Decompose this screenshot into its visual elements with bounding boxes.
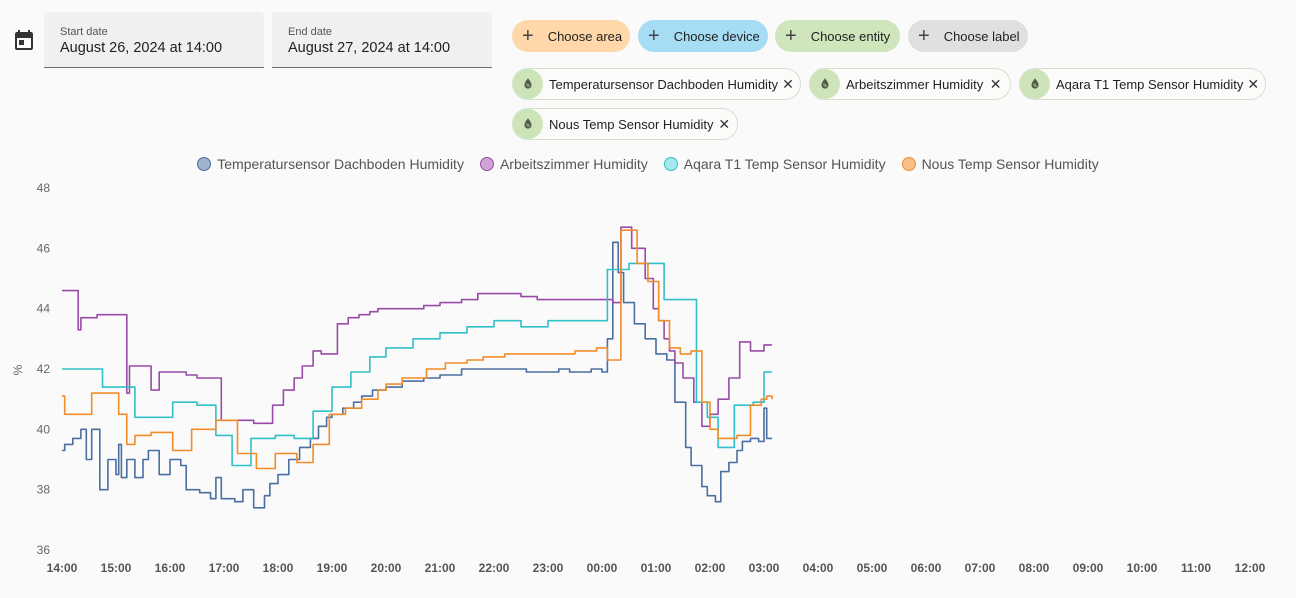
y-tick-label: 44 (37, 302, 51, 316)
x-tick-label: 07:00 (965, 561, 996, 575)
x-tick-label: 18:00 (263, 561, 294, 575)
y-tick-label: 46 (37, 241, 51, 255)
x-tick-label: 21:00 (425, 561, 456, 575)
series-line (62, 241, 773, 509)
x-tick-label: 17:00 (209, 561, 240, 575)
series-line (62, 229, 773, 470)
x-tick-label: 09:00 (1073, 561, 1104, 575)
y-tick-label: 36 (37, 543, 51, 557)
y-axis-label: % (11, 364, 25, 375)
x-tick-label: 20:00 (371, 561, 402, 575)
x-tick-label: 14:00 (47, 561, 78, 575)
x-tick-label: 06:00 (911, 561, 942, 575)
x-tick-label: 10:00 (1127, 561, 1158, 575)
humidity-history-chart[interactable]: 36 38 40 42 44 46 48% 14:00 15:00 16:00 17:00 18:00… (0, 0, 1296, 598)
x-tick-label: 15:00 (101, 561, 132, 575)
x-tick-label: 04:00 (803, 561, 834, 575)
x-tick-label: 23:00 (533, 561, 564, 575)
series-line (62, 262, 773, 467)
x-tick-label: 02:00 (695, 561, 726, 575)
x-tick-label: 22:00 (479, 561, 510, 575)
y-tick-label: 40 (37, 422, 51, 436)
y-tick-label: 48 (37, 181, 51, 195)
x-tick-label: 12:00 (1235, 561, 1266, 575)
x-tick-label: 01:00 (641, 561, 672, 575)
series-line (62, 226, 773, 428)
x-tick-label: 08:00 (1019, 561, 1050, 575)
x-tick-label: 16:00 (155, 561, 186, 575)
y-tick-label: 42 (37, 362, 51, 376)
x-tick-label: 11:00 (1181, 561, 1211, 575)
x-tick-label: 00:00 (587, 561, 618, 575)
y-tick-label: 38 (37, 483, 51, 497)
x-tick-label: 03:00 (749, 561, 780, 575)
x-tick-label: 05:00 (857, 561, 888, 575)
x-tick-label: 19:00 (317, 561, 348, 575)
